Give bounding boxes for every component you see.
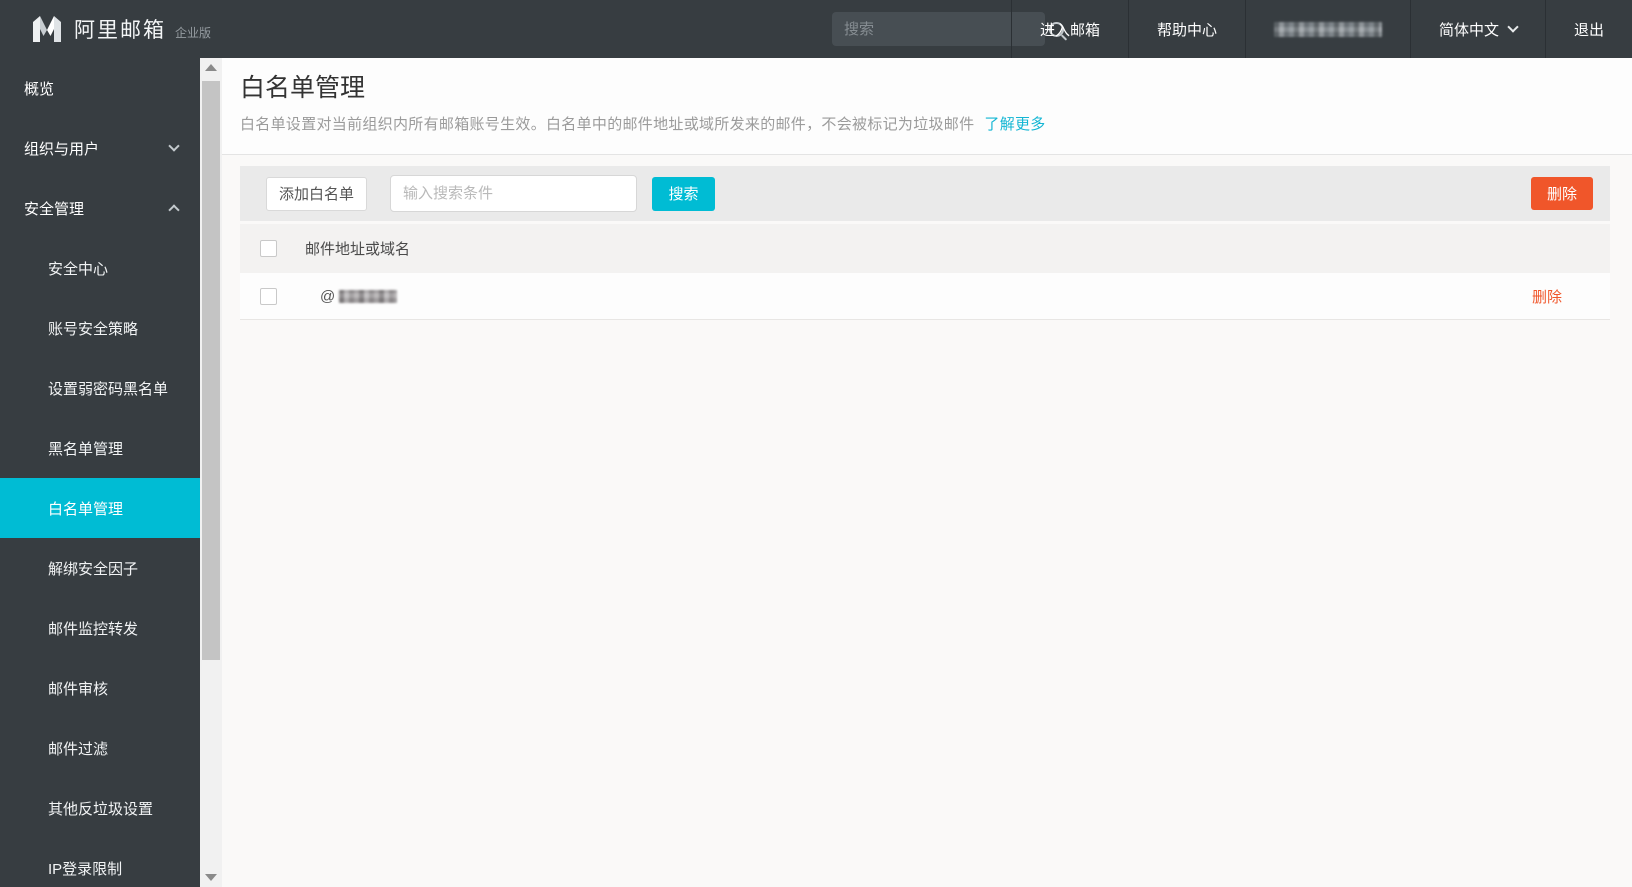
scroll-down-icon	[205, 874, 217, 881]
logo-text: 阿里邮箱	[74, 19, 166, 42]
logo[interactable]: 阿里邮箱 企业版	[30, 0, 211, 58]
column-header-address: 邮件地址或域名	[305, 241, 411, 258]
sidebar-item-other-antispam[interactable]: 其他反垃圾设置	[0, 778, 200, 838]
sidebar: 概览 组织与用户 安全管理 安全中心 账号安全策略 设置弱密码黑名单 黑名单管理…	[0, 58, 200, 887]
row-checkbox[interactable]	[260, 287, 277, 305]
scrollbar-up-button[interactable]	[200, 58, 222, 74]
sidebar-item-overview[interactable]: 概览	[0, 58, 200, 118]
search-button[interactable]: 搜索	[652, 176, 715, 211]
whitelist-table: 邮件地址或域名 @ 删除	[240, 224, 1610, 320]
nav-language-label: 简体中文	[1438, 21, 1499, 39]
sidebar-item-org-users[interactable]: 组织与用户	[0, 118, 200, 178]
sidebar-item-label: 其他反垃圾设置	[48, 800, 154, 818]
nav-language-selector[interactable]: 简体中文	[1409, 0, 1545, 58]
page-header: 白名单管理 白名单设置对当前组织内所有邮箱账号生效。白名单中的邮件地址或域所发来…	[222, 58, 1632, 155]
sidebar-item-mail-filter[interactable]: 邮件过滤	[0, 718, 200, 778]
sidebar-item-weak-password-blacklist[interactable]: 设置弱密码黑名单	[0, 358, 200, 418]
logo-m-icon	[33, 16, 61, 42]
sidebar-item-label: 安全管理	[24, 200, 85, 218]
scrollbar-thumb[interactable]	[202, 81, 220, 660]
chevron-up-icon	[168, 204, 180, 216]
bulk-delete-button[interactable]: 删除	[1531, 177, 1593, 210]
sidebar-item-label: IP登录限制	[48, 860, 123, 878]
whitelist-address: @	[320, 287, 398, 305]
sidebar-item-security-mgmt[interactable]: 安全管理	[0, 178, 200, 238]
page-description-text: 白名单设置对当前组织内所有邮箱账号生效。白名单中的邮件地址或域所发来的邮件，不会…	[240, 116, 975, 133]
sidebar-item-security-center[interactable]: 安全中心	[0, 238, 200, 298]
sidebar-item-blacklist-mgmt[interactable]: 黑名单管理	[0, 418, 200, 478]
chevron-down-icon	[1507, 21, 1519, 33]
nav-help-center-label: 帮助中心	[1156, 21, 1217, 39]
address-redacted	[339, 289, 398, 303]
address-prefix: @	[320, 287, 336, 305]
sidebar-item-label: 账号安全策略	[48, 320, 139, 338]
table-row: @ 删除	[240, 273, 1610, 320]
nav-enter-mailbox[interactable]: 进入邮箱	[1010, 0, 1128, 58]
sidebar-item-label: 组织与用户	[24, 140, 100, 158]
nav-help-center[interactable]: 帮助中心	[1127, 0, 1245, 58]
learn-more-link[interactable]: 了解更多	[984, 116, 1045, 133]
sidebar-item-mail-review[interactable]: 邮件审核	[0, 658, 200, 718]
nav-enter-mailbox-label: 进入邮箱	[1039, 21, 1100, 39]
main-content: 白名单管理 白名单设置对当前组织内所有邮箱账号生效。白名单中的邮件地址或域所发来…	[222, 58, 1632, 887]
vertical-scrollbar[interactable]	[200, 58, 222, 887]
sidebar-item-label: 邮件监控转发	[48, 620, 139, 638]
sidebar-item-label: 概览	[24, 80, 55, 98]
toolbar: 添加白名单 搜索 删除	[240, 166, 1610, 221]
topbar-nav: 进入邮箱 帮助中心 简体中文 退出	[1010, 0, 1632, 58]
logo-edition-badge: 企业版	[175, 26, 212, 40]
page-title: 白名单管理	[240, 74, 366, 102]
chevron-down-icon	[168, 140, 180, 152]
sidebar-item-account-security-policy[interactable]: 账号安全策略	[0, 298, 200, 358]
sidebar-item-label: 邮件过滤	[48, 740, 109, 758]
scrollbar-down-button[interactable]	[200, 871, 222, 887]
sidebar-item-mail-monitor-forward[interactable]: 邮件监控转发	[0, 598, 200, 658]
sidebar-item-label: 设置弱密码黑名单	[48, 380, 169, 398]
topbar: 阿里邮箱 企业版 进入邮箱 帮助中心 简体中文 退出	[0, 0, 1632, 58]
add-whitelist-button[interactable]: 添加白名单	[266, 176, 367, 211]
select-all-checkbox[interactable]	[260, 240, 277, 257]
sidebar-item-unbind-security-factor[interactable]: 解绑安全因子	[0, 538, 200, 598]
table-header-row: 邮件地址或域名	[240, 224, 1610, 273]
nav-account[interactable]	[1244, 0, 1410, 58]
whitelist-search-input[interactable]	[390, 175, 637, 212]
sidebar-item-label: 邮件审核	[48, 680, 109, 698]
sidebar-item-label: 安全中心	[48, 260, 109, 278]
account-name-redacted	[1273, 21, 1382, 37]
scroll-up-icon	[205, 64, 217, 71]
sidebar-item-ip-login-limit[interactable]: IP登录限制	[0, 838, 200, 887]
nav-logout-label: 退出	[1573, 21, 1604, 39]
sidebar-item-whitelist-mgmt[interactable]: 白名单管理	[0, 478, 200, 538]
sidebar-item-label: 解绑安全因子	[48, 560, 139, 578]
page-description: 白名单设置对当前组织内所有邮箱账号生效。白名单中的邮件地址或域所发来的邮件，不会…	[240, 113, 1610, 134]
row-delete-link[interactable]: 删除	[1532, 286, 1562, 307]
sidebar-item-label: 白名单管理	[48, 500, 124, 518]
sidebar-item-label: 黑名单管理	[48, 440, 124, 458]
nav-logout[interactable]: 退出	[1544, 0, 1632, 58]
